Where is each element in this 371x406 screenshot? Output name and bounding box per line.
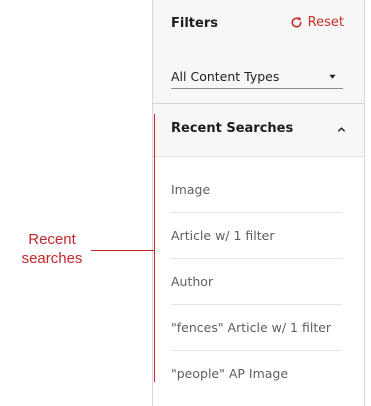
annotation-label: Recent searches	[14, 230, 90, 268]
annotation-label-line-2: searches	[21, 250, 83, 267]
recent-search-item[interactable]: "people" AP Image	[171, 351, 342, 396]
recent-searches-list: Image Article w/ 1 filter Author "fences…	[153, 167, 364, 396]
recent-searches-header[interactable]: Recent Searches	[153, 104, 364, 157]
content-type-select[interactable]: All Content Types	[171, 64, 343, 89]
filters-section: Filters Reset All Content Types	[153, 0, 364, 104]
filters-panel: Filters Reset All Content Types Recent S…	[152, 0, 365, 406]
screenshot-canvas: Filters Reset All Content Types Recent S…	[0, 0, 371, 406]
content-type-value: All Content Types	[171, 68, 280, 84]
caret-down-icon	[328, 72, 337, 81]
filters-title: Filters	[171, 16, 218, 31]
annotation-callout-line	[91, 250, 154, 251]
chevron-up-icon[interactable]	[337, 125, 346, 134]
annotation-label-line-1: Recent	[28, 231, 76, 248]
recent-search-item[interactable]: Author	[171, 259, 342, 305]
reset-button[interactable]: Reset	[290, 15, 344, 30]
annotation-bracket-line	[154, 114, 155, 382]
recent-search-item[interactable]: "fences" Article w/ 1 filter	[171, 305, 342, 351]
recent-searches-title: Recent Searches	[171, 121, 294, 136]
recent-search-item[interactable]: Image	[171, 167, 342, 213]
refresh-icon	[290, 16, 303, 29]
reset-label: Reset	[307, 15, 344, 30]
recent-search-item[interactable]: Article w/ 1 filter	[171, 213, 342, 259]
